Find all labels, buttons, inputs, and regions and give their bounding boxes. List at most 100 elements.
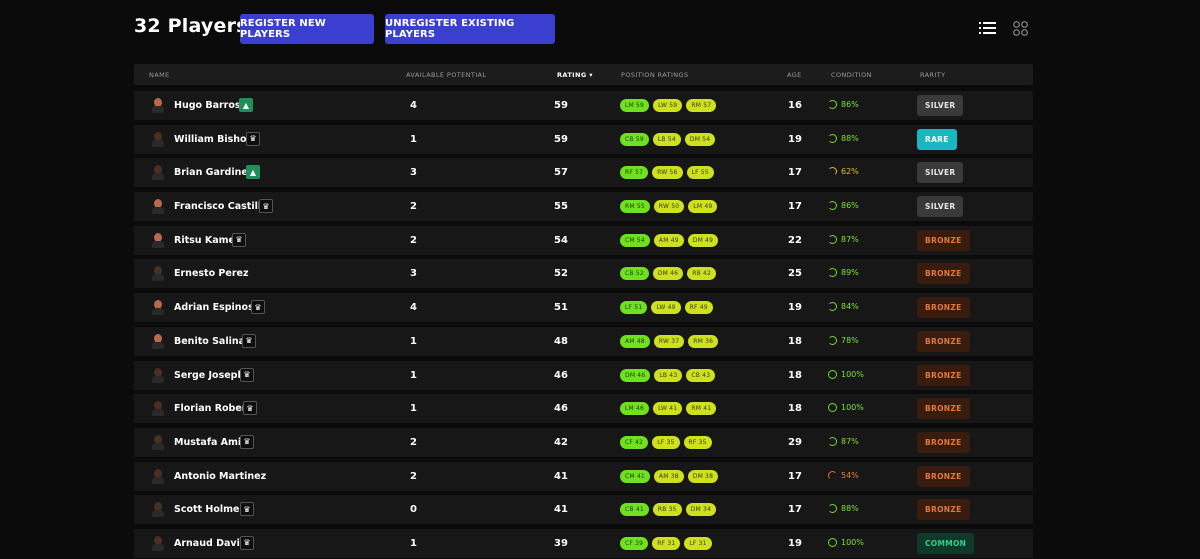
- table-row[interactable]: Francisco Castillo ♛ 2 55 RM 55 RW 50 LM 4…: [134, 192, 1033, 222]
- training-icon[interactable]: ▲: [246, 165, 260, 180]
- training-icon[interactable]: ▲: [239, 98, 253, 112]
- table-row[interactable]: Ernesto Perez 3 52 CB 52 DM 46 RB 42 25 89…: [134, 259, 1033, 289]
- crown-icon[interactable]: ♛: [240, 367, 254, 382]
- avatar: [152, 199, 164, 215]
- col-positions[interactable]: POSITION RATINGS: [621, 71, 689, 79]
- position-rating-chip: DM 49: [687, 233, 719, 247]
- table-row[interactable]: Hugo Barros ▲ 4 59 LM 59 LW 59 RM 57 16 86…: [134, 91, 1033, 120]
- condition-ring-icon: [828, 167, 837, 177]
- register-players-button[interactable]: REGISTER NEW PLAYERS: [240, 14, 374, 44]
- crown-icon[interactable]: ♛: [259, 199, 273, 214]
- top-bar: 32 Players REGISTER NEW PLAYERS UNREGIST…: [0, 0, 1200, 58]
- player-name[interactable]: Hugo Barros: [174, 100, 241, 111]
- player-name[interactable]: Arnaud David: [174, 538, 247, 549]
- position-rating-chip: RM 57: [686, 99, 717, 112]
- available-potential: 3: [410, 268, 417, 280]
- player-age: 17: [788, 470, 802, 482]
- position-rating-chip: RF 57: [620, 166, 649, 180]
- avatar: [152, 367, 164, 383]
- avatar: [152, 401, 164, 417]
- condition-ring-icon: [828, 302, 837, 312]
- table-row[interactable]: Benito Salinas ♛ 1 48 AM 48 RW 37 RM 36 18…: [134, 326, 1033, 356]
- condition-value: 89%: [841, 268, 859, 278]
- condition: 100%: [828, 369, 864, 379]
- rarity-badge: BRONZE: [917, 297, 970, 319]
- condition-ring-icon: [828, 201, 837, 211]
- condition: 86%: [828, 100, 859, 109]
- available-potential: 1: [410, 403, 417, 415]
- player-age: 19: [788, 302, 802, 314]
- player-rating: 41: [554, 504, 568, 516]
- list-view-icon[interactable]: [979, 21, 996, 35]
- position-ratings: CF 42 LF 35 RF 35: [620, 435, 712, 449]
- condition-value: 87%: [841, 436, 859, 446]
- player-name[interactable]: Benito Salinas: [174, 336, 251, 347]
- col-age[interactable]: AGE: [787, 71, 802, 79]
- crown-icon[interactable]: ♛: [240, 535, 254, 550]
- table-row[interactable]: Scott Holmes ♛ 0 41 CB 41 RB 35 DM 34 17 8…: [134, 495, 1033, 525]
- unregister-players-button[interactable]: UNREGISTER EXISTING PLAYERS: [385, 14, 555, 44]
- position-rating-chip: RW 56: [652, 166, 683, 180]
- avatar: [152, 98, 164, 113]
- player-name[interactable]: Francisco Castillo: [174, 201, 268, 212]
- table-row[interactable]: Arnaud David ♛ 1 39 CF 39 RF 31 LF 31 19 1…: [134, 528, 1033, 558]
- player-age: 19: [788, 537, 802, 549]
- crown-icon[interactable]: ♛: [232, 232, 246, 247]
- player-name[interactable]: Ritsu Kamei: [174, 235, 238, 246]
- table-row[interactable]: William Bishop ♛ 1 59 CB 59 LB 54 DM 54 19…: [134, 124, 1033, 154]
- rarity-badge: BRONZE: [917, 398, 970, 420]
- available-potential: 1: [410, 133, 417, 145]
- col-rarity[interactable]: RARITY: [920, 71, 945, 79]
- position-rating-chip: CF 39: [620, 536, 649, 550]
- crown-icon[interactable]: ♛: [242, 333, 256, 348]
- crown-icon[interactable]: ♛: [251, 300, 265, 315]
- crown-icon[interactable]: ♛: [240, 502, 254, 517]
- player-name[interactable]: Adrian Espinosa: [174, 302, 260, 313]
- position-rating-chip: RW 37: [653, 334, 685, 348]
- col-condition[interactable]: CONDITION: [831, 71, 872, 79]
- crown-icon[interactable]: ♛: [240, 434, 254, 449]
- table-row[interactable]: Adrian Espinosa ♛ 4 51 LF 51 LW 49 RF 49 1…: [134, 293, 1033, 323]
- table-row[interactable]: Florian Robert ♛ 1 46 LM 46 LW 41 RM 41 18…: [134, 394, 1033, 424]
- crown-icon[interactable]: ♛: [243, 401, 257, 416]
- position-rating-chip: LM 59: [620, 99, 650, 112]
- position-rating-chip: RM 55: [620, 200, 650, 214]
- col-potential[interactable]: AVAILABLE POTENTIAL: [406, 71, 486, 79]
- col-name[interactable]: NAME: [149, 71, 170, 79]
- table-row[interactable]: Mustafa Amin ♛ 2 42 CF 42 LF 35 RF 35 29 8…: [134, 427, 1033, 457]
- position-ratings: CB 59 LB 54 DM 54: [620, 132, 716, 146]
- condition: 100%: [828, 537, 864, 547]
- table-row[interactable]: Ritsu Kamei ♛ 2 54 CM 54 AM 49 DM 49 22 87…: [134, 225, 1033, 255]
- position-ratings: AM 48 RW 37 RM 36: [620, 334, 719, 348]
- table-row[interactable]: Brian Gardiner ▲ 3 57 RF 57 RW 56 LF 55 17…: [134, 158, 1033, 188]
- available-potential: 4: [410, 100, 417, 111]
- position-rating-chip: CB 43: [686, 368, 716, 382]
- position-rating-chip: RB 35: [652, 503, 682, 517]
- player-rating: 59: [554, 100, 568, 111]
- position-rating-chip: LF 35: [652, 435, 680, 449]
- page-title: 32 Players: [134, 15, 248, 37]
- condition-ring-icon: [828, 335, 837, 345]
- crown-icon[interactable]: ♛: [246, 131, 260, 146]
- table-row[interactable]: Antonio Martinez 2 41 CM 41 AM 38 DM 38 17…: [134, 461, 1033, 491]
- condition-value: 78%: [841, 335, 859, 345]
- condition: 86%: [828, 201, 859, 211]
- avatar: [152, 266, 164, 282]
- player-name[interactable]: Antonio Martinez: [174, 471, 266, 482]
- table-row[interactable]: Serge Joseph ♛ 1 46 DM 46 LB 43 CB 43 18 1…: [134, 360, 1033, 390]
- player-name[interactable]: William Bishop: [174, 134, 253, 145]
- col-rating[interactable]: RATING ▾: [557, 71, 593, 79]
- player-name[interactable]: Brian Gardiner: [174, 167, 253, 178]
- player-rating: 54: [554, 234, 568, 246]
- player-name[interactable]: Florian Robert: [174, 403, 251, 414]
- grid-view-icon[interactable]: [1013, 21, 1028, 36]
- condition: 62%: [828, 167, 859, 177]
- player-name[interactable]: Scott Holmes: [174, 504, 245, 515]
- position-rating-chip: CM 41: [620, 469, 650, 483]
- player-name[interactable]: Ernesto Perez: [174, 268, 248, 279]
- player-name[interactable]: Mustafa Amin: [174, 437, 248, 448]
- position-ratings: LF 51 LW 49 RF 49: [620, 301, 713, 315]
- player-name[interactable]: Serge Joseph: [174, 370, 244, 381]
- player-age: 19: [788, 133, 802, 145]
- rarity-badge: SILVER: [917, 95, 964, 116]
